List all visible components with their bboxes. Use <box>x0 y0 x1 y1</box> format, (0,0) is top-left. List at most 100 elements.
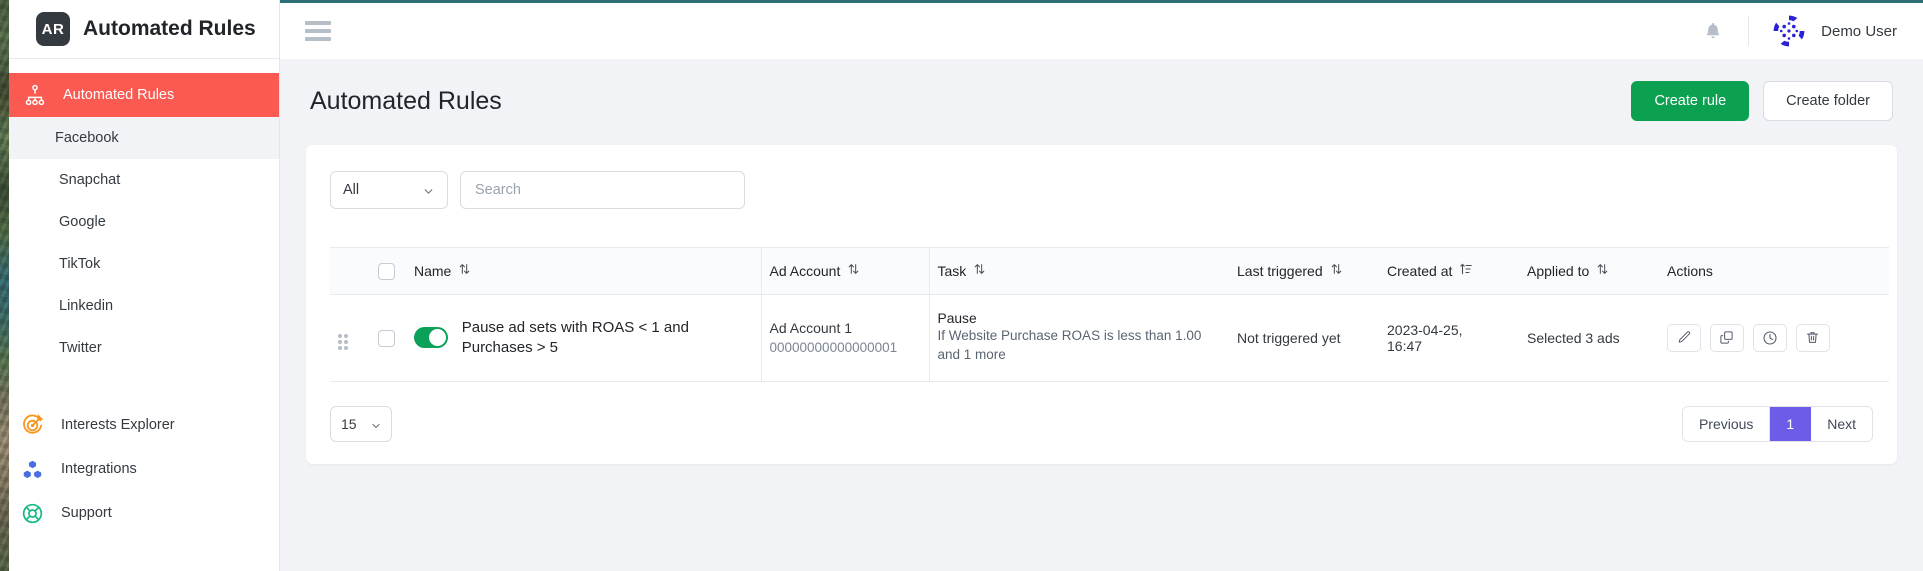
sidebar-item-support[interactable]: Support <box>0 491 279 535</box>
column-header-label: Ad Account <box>769 262 841 279</box>
page-size-select[interactable]: 15 <box>330 405 392 442</box>
row-ad-account-cell: Ad Account 1 00000000000000001 <box>760 294 929 382</box>
user-name: Demo User <box>1821 22 1897 40</box>
sidebar-item-interests-explorer[interactable]: Interests Explorer <box>0 403 279 447</box>
pagination-page-1[interactable]: 1 <box>1770 406 1812 441</box>
column-header-applied-to[interactable]: Applied to <box>1519 247 1659 295</box>
main-area: Demo User Automated Rules Create rule Cr… <box>280 0 1923 571</box>
sidebar-item-google[interactable]: Google <box>0 201 279 243</box>
column-header-name[interactable]: Name <box>406 247 761 295</box>
drag-column-header <box>330 247 370 295</box>
sort-ascending-icon <box>1459 262 1473 279</box>
column-header-label: Actions <box>1667 262 1713 279</box>
sidebar-item-tiktok[interactable]: TikTok <box>0 243 279 285</box>
create-folder-button[interactable]: Create folder <box>1763 81 1893 121</box>
rule-enabled-toggle[interactable] <box>414 327 448 349</box>
row-checkbox[interactable] <box>378 329 395 347</box>
create-rule-button[interactable]: Create rule <box>1631 81 1750 121</box>
avatar <box>1771 13 1808 49</box>
created-at-time: 16:47 <box>1387 337 1423 354</box>
page-title: Automated Rules <box>310 86 502 115</box>
pagination-next[interactable]: Next <box>1811 406 1872 441</box>
row-select-cell <box>370 294 406 382</box>
row-last-triggered-cell: Not triggered yet <box>1229 294 1379 382</box>
delete-rule-button[interactable] <box>1795 323 1830 352</box>
sidebar-item-label: Automated Rules <box>63 87 175 103</box>
rule-type-select-value: All <box>343 182 360 198</box>
drag-handle-icon[interactable] <box>338 334 348 351</box>
bell-icon[interactable] <box>1700 18 1726 44</box>
brand-title: Automated Rules <box>83 17 256 40</box>
select-all-header <box>370 247 406 295</box>
column-header-ad-account[interactable]: Ad Account <box>760 247 929 295</box>
row-task-cell: Pause If Website Purchase ROAS is less t… <box>928 294 1229 382</box>
column-header-label: Last triggered <box>1237 262 1323 279</box>
duplicate-rule-button[interactable] <box>1709 323 1744 352</box>
hamburger-icon[interactable] <box>305 21 331 41</box>
column-header-label: Created at <box>1387 262 1453 279</box>
chevron-down-icon <box>370 419 382 435</box>
select-all-checkbox[interactable] <box>378 262 395 280</box>
page-size-value: 15 <box>341 415 357 432</box>
sidebar-item-facebook[interactable]: Facebook <box>0 117 279 159</box>
column-header-last-triggered[interactable]: Last triggered <box>1229 247 1379 295</box>
brand-header[interactable]: AR Automated Rules <box>0 0 279 59</box>
filters-bar: All <box>330 171 1873 209</box>
target-icon <box>20 413 45 438</box>
row-actions-cell <box>1659 294 1889 382</box>
row-applied-to-cell: Selected 3 ads <box>1519 294 1659 382</box>
sidebar-subitem-label: Facebook <box>55 130 119 146</box>
user-menu[interactable]: Demo User <box>1771 13 1897 49</box>
table-header-row: Name Ad Account Task Last triggered Crea… <box>330 247 1889 295</box>
column-header-task[interactable]: Task <box>928 247 1229 295</box>
rules-table: Name Ad Account Task Last triggered Crea… <box>330 247 1889 382</box>
sort-icon <box>847 262 860 279</box>
rules-card: All Search Name Ad Account Task Last tri… <box>306 145 1897 464</box>
page-content: Automated Rules Create rule Create folde… <box>280 59 1923 571</box>
topbar-divider <box>1748 16 1750 46</box>
rule-type-select[interactable]: All <box>330 171 448 209</box>
table-footer: 15 Previous 1 Next <box>330 405 1873 442</box>
table-row: Pause ad sets with ROAS < 1 and Purchase… <box>330 294 1889 382</box>
sidebar-nav: Automated Rules Facebook Snapchat Google… <box>0 59 279 535</box>
sidebar-item-automated-rules[interactable]: Automated Rules <box>0 73 279 117</box>
background-photo-strip <box>0 0 9 571</box>
sort-icon <box>458 262 471 279</box>
column-header-label: Task <box>937 262 967 279</box>
column-header-created-at[interactable]: Created at <box>1379 247 1519 295</box>
sort-icon <box>1330 262 1343 279</box>
created-at-date: 2023-04-25, <box>1387 321 1463 338</box>
row-created-at-cell: 2023-04-25, 16:47 <box>1379 294 1519 382</box>
task-title: Pause <box>937 310 977 326</box>
sidebar-subitem-label: Twitter <box>59 340 102 356</box>
sidebar: AR Automated Rules Automated Rules Faceb… <box>0 0 280 571</box>
sidebar-item-integrations[interactable]: Integrations <box>0 447 279 491</box>
sidebar-subitem-label: Linkedin <box>59 298 114 314</box>
search-input[interactable] <box>460 171 745 209</box>
toggle-knob <box>428 329 446 347</box>
sidebar-item-linkedin[interactable]: Linkedin <box>0 285 279 327</box>
row-drag-cell <box>330 294 370 382</box>
rule-name: Pause ad sets with ROAS < 1 and Purchase… <box>461 318 689 356</box>
column-header-actions: Actions <box>1659 247 1889 295</box>
sidebar-subitem-label: TikTok <box>59 256 101 272</box>
edit-rule-button[interactable] <box>1667 323 1701 352</box>
topbar: Demo User <box>280 0 1923 59</box>
rule-history-button[interactable] <box>1752 323 1787 352</box>
ad-account-id: 00000000000000001 <box>769 340 898 356</box>
hamburger-bar <box>305 21 331 25</box>
pagination-previous[interactable]: Previous <box>1682 406 1771 441</box>
app-root: AR Automated Rules Automated Rules Faceb… <box>0 0 1923 571</box>
row-name-cell: Pause ad sets with ROAS < 1 and Purchase… <box>406 294 761 382</box>
sidebar-item-snapchat[interactable]: Snapchat <box>0 159 279 201</box>
task-description: If Website Purchase ROAS is less than 1.… <box>937 327 1202 363</box>
sidebar-item-twitter[interactable]: Twitter <box>0 327 279 369</box>
sort-icon <box>973 262 986 279</box>
pagination: Previous 1 Next <box>1681 405 1873 442</box>
sidebar-subitem-label: Google <box>59 214 106 230</box>
page-header: Automated Rules Create rule Create folde… <box>306 81 1897 121</box>
sidebar-item-label: Support <box>61 505 112 521</box>
lifebuoy-icon <box>20 501 45 526</box>
sidebar-item-label: Interests Explorer <box>61 417 175 433</box>
